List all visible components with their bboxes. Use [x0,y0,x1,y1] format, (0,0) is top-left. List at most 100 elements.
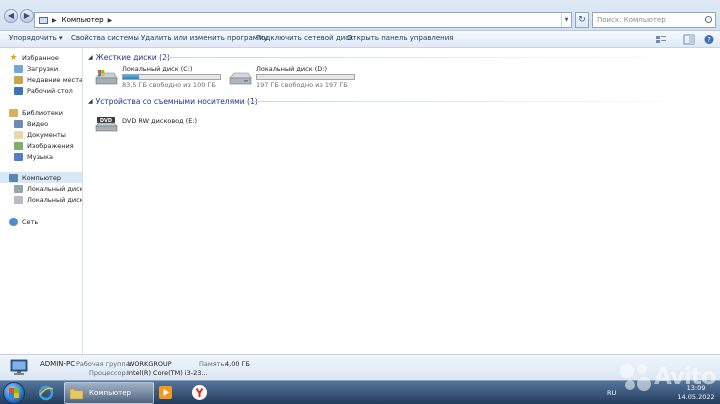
collapse-arrow-icon[interactable]: ◢ [88,98,93,105]
star-icon: ★ [9,52,18,63]
memory-label: Память: [199,360,227,368]
nav-item-drive-d[interactable]: Локальный диск (D [14,194,83,205]
nav-label: Избранное [22,53,59,62]
organize-button[interactable]: Упорядочить ▾ [9,34,63,42]
nav-item-desktop[interactable]: Рабочий стол [14,85,73,96]
pc-name: ADMIN-PC [40,360,76,368]
details-pane: ADMIN-PC Рабочая группа: WORKGROUP Памят… [0,354,720,380]
address-bar-area: ◀ ▶ ▶ Компьютер ▶ ▼ ↻ Поиск: Компьютер [0,0,720,31]
address-bar[interactable]: ▶ Компьютер ▶ ▼ [34,12,572,28]
breadcrumb-arrow-icon[interactable]: ▶ [108,17,113,24]
workgroup-label: Рабочая группа: [76,360,132,368]
nav-item-video[interactable]: Видео [14,118,48,129]
music-library-icon [14,152,23,161]
nav-label: Локальный диск (D [27,195,83,204]
group-header-hard-drives[interactable]: ◢ Жесткие диски (2) [88,51,170,63]
recent-places-icon [14,75,23,84]
map-network-drive-button[interactable]: Подключить сетевой диск [256,34,353,42]
nav-label: Недавние места [27,75,83,84]
drive-free-space: 197 ГБ свободно из 197 ГБ [256,81,348,89]
windows-logo-icon [9,388,19,398]
uninstall-program-button[interactable]: Удалить или изменить программу [141,34,267,42]
nav-item-computer[interactable]: Компьютер [0,172,82,183]
group-divider [250,101,714,102]
drive-name: Локальный диск (C:) [122,65,193,73]
drive-item-d[interactable]: Локальный диск (D:) 197 ГБ свободно из 1… [228,65,358,91]
yandex-browser-icon[interactable] [191,384,208,401]
hard-drive-icon [229,72,252,85]
drive-usage-bar [256,74,355,80]
nav-item-images[interactable]: Изображения [14,140,74,151]
nav-item-network[interactable]: Сеть [9,216,38,227]
media-player-icon[interactable] [158,385,173,400]
windows-drive-icon [14,184,23,193]
internet-explorer-icon[interactable] [38,385,54,401]
drive-name: DVD RW дисковод (E:) [122,117,198,125]
nav-item-drive-c[interactable]: Локальный диск (C [14,183,82,194]
nav-item-documents[interactable]: Документы [14,129,66,140]
content-pane: ◢ Жесткие диски (2) Локальный диск (C:) … [84,48,720,354]
nav-label: Видео [27,119,49,128]
nav-label: Изображения [27,141,74,150]
svg-text:?: ? [707,36,711,44]
group-header-removable[interactable]: ◢ Устройства со съемными носителями (1) [88,95,258,107]
nav-item-libraries[interactable]: Библиотеки [9,107,63,118]
taskbar-explorer-label: Компьютер [89,389,131,397]
images-library-icon [14,141,23,150]
help-icon[interactable]: ? [703,34,715,45]
forward-button[interactable]: ▶ [20,9,34,23]
dvd-drive-icon: DVD [95,117,118,132]
avito-watermark-text: Avito [654,364,717,390]
address-dropdown-icon[interactable]: ▼ [561,13,571,27]
taskbar: Компьютер RU 13:09 14.05.2022 [0,380,720,404]
drive-usage-bar [122,74,221,80]
search-icon[interactable] [705,16,712,23]
folder-icon [69,388,84,400]
taskbar-explorer-window[interactable]: Компьютер [64,382,154,404]
drive-name: Локальный диск (D:) [256,65,327,73]
nav-label: Загрузки [27,64,59,73]
desktop-icon [14,86,23,95]
network-icon [9,217,18,226]
nav-label: Документы [27,130,66,139]
computer-icon [39,16,48,24]
computer-icon [10,359,28,375]
group-title: Жесткие диски (2) [95,52,170,62]
documents-library-icon [14,130,23,139]
refresh-button[interactable]: ↻ [575,12,589,28]
start-button[interactable] [3,382,25,404]
windows-drive-icon [95,70,118,85]
avito-watermark: Avito [618,362,717,392]
preview-pane-icon[interactable] [683,34,695,45]
drive-item-dvd-e[interactable]: DVD DVD RW дисковод (E:) [94,111,214,137]
workgroup-value: WORKGROUP [128,360,172,368]
system-properties-button[interactable]: Свойства системы [71,34,139,42]
nav-item-recent[interactable]: Недавние места [14,74,83,85]
group-divider [164,57,714,58]
navigation-pane: ★ Избранное Загрузки Недавние места Рабо… [0,48,83,354]
language-indicator[interactable]: RU [607,389,616,397]
downloads-folder-icon [14,64,23,73]
avito-logo-icon [620,364,651,391]
hard-drive-icon [14,195,23,204]
drive-item-c[interactable]: Локальный диск (C:) 83,5 ГБ свободно из … [94,65,224,91]
nav-item-downloads[interactable]: Загрузки [14,63,58,74]
breadcrumb-computer[interactable]: Компьютер [62,16,104,24]
computer-icon [9,173,18,182]
collapse-arrow-icon[interactable]: ◢ [88,54,93,61]
search-placeholder: Поиск: Компьютер [597,16,666,24]
back-button[interactable]: ◀ [4,9,18,23]
cpu-value: Intel(R) Core(TM) i3-23... [127,369,208,377]
nav-label: Сеть [22,217,39,226]
nav-label: Рабочий стол [27,86,73,95]
clock-date: 14.05.2022 [677,393,715,401]
nav-item-music[interactable]: Музыка [14,151,53,162]
group-title: Устройства со съемными носителями (1) [95,96,258,106]
nav-item-favorites[interactable]: ★ Избранное [9,52,59,63]
view-options-icon[interactable] [655,34,667,45]
nav-label: Музыка [27,152,53,161]
breadcrumb-arrow-icon[interactable]: ▶ [52,17,57,24]
libraries-icon [9,108,18,117]
search-input[interactable]: Поиск: Компьютер [592,12,716,28]
open-control-panel-button[interactable]: Открыть панель управления [347,34,453,42]
